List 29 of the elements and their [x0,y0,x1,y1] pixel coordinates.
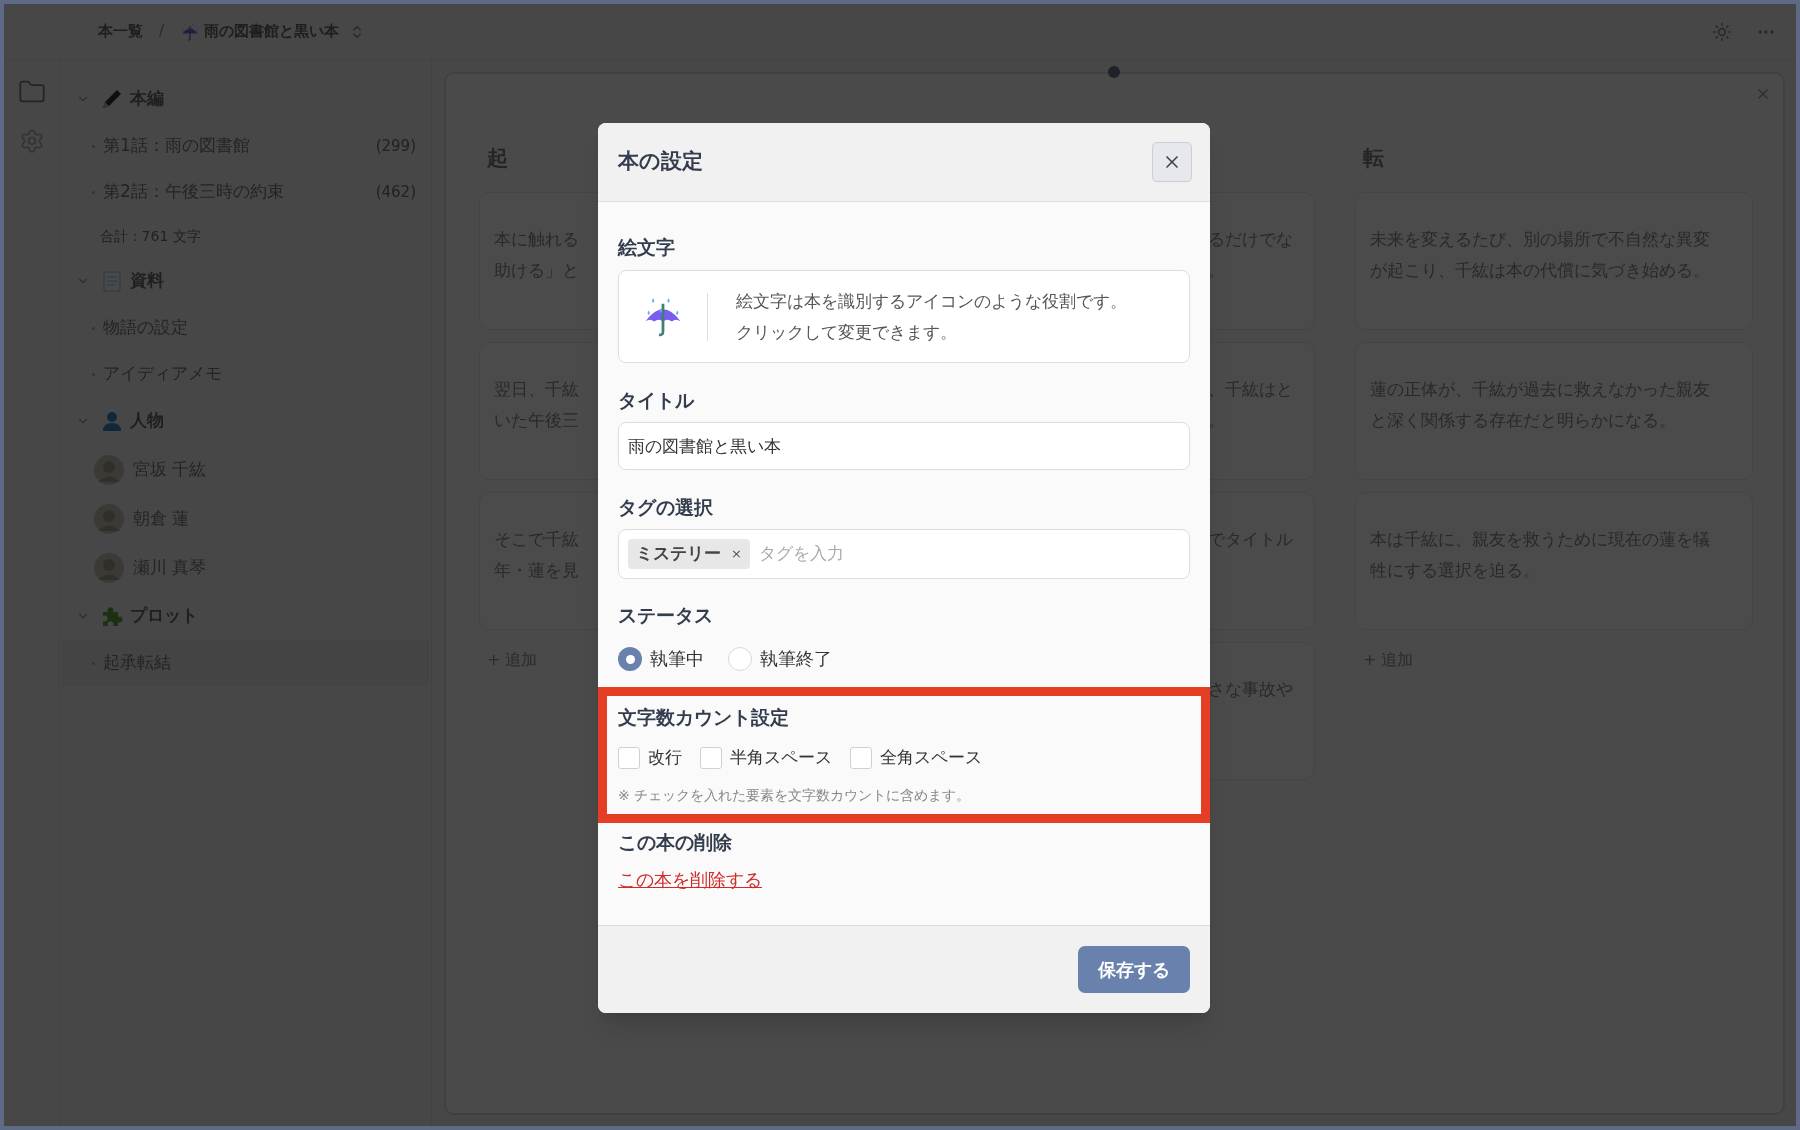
close-button[interactable] [1152,142,1192,182]
checkbox[interactable] [850,747,872,769]
count-option[interactable]: 半角スペース [700,745,832,771]
tag-remove-button[interactable]: × [731,544,742,564]
emoji-picker[interactable]: 絵文字は本を識別するアイコンのような役割です。 クリックして変更できます。 [618,270,1190,363]
breadcrumb-separator: / [159,21,165,43]
dialog-title: 本の設定 [618,148,703,176]
count-option[interactable]: 改行 [618,745,682,771]
tag-input-field[interactable]: ミステリー × タグを入力 [618,529,1190,579]
emoji-description: 絵文字は本を識別するアイコンのような役割です。 クリックして変更できます。 [736,290,1127,344]
delete-link[interactable]: この本を削除する [618,866,762,893]
field-label: この本の削除 [618,830,732,855]
count-option[interactable]: 全角スペース [850,745,982,771]
field-label: ステータス [618,604,714,628]
checkbox[interactable] [618,747,640,769]
status-radio[interactable]: 執筆中 [618,646,704,673]
title-input[interactable]: 雨の図書館と黒い本 [618,422,1190,470]
field-label: タグの選択 [618,496,714,520]
tag-text-input[interactable]: タグを入力 [758,541,1180,567]
field-label: 文字数カウント設定 [618,706,790,731]
field-label: 絵文字 [618,236,676,260]
radio-button[interactable] [728,647,752,672]
radio-button[interactable] [618,647,642,672]
field-label: タイトル [618,389,695,413]
save-button[interactable]: 保存する [1078,945,1190,993]
help-note: ※ チェックを入れた要素を文字数カウントに含めます。 [618,785,972,805]
status-radio[interactable]: 執筆終了 [728,646,832,673]
checkbox[interactable] [700,747,722,769]
tag-label: ミステリー [636,542,721,566]
